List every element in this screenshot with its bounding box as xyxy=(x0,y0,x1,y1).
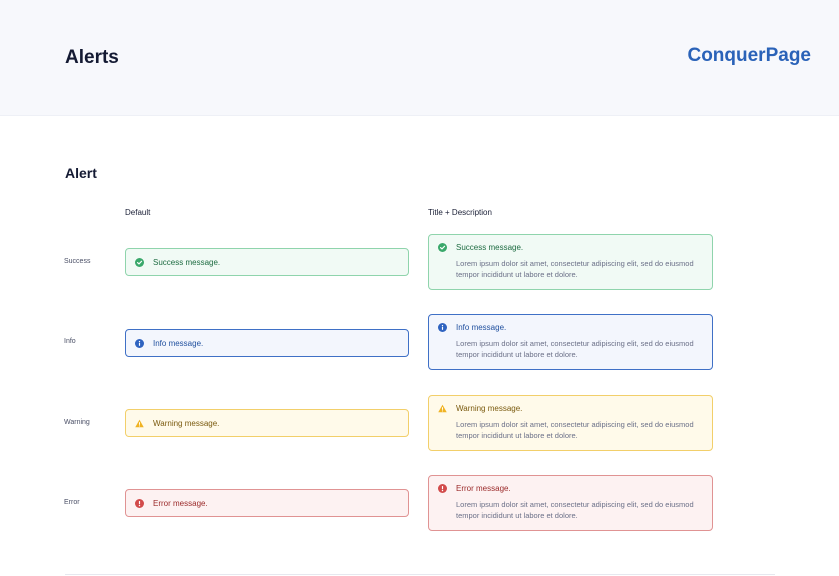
alert-title: Info message. xyxy=(456,323,507,332)
alert-warning-default: Warning message. xyxy=(125,409,409,437)
info-circle-icon xyxy=(135,339,144,348)
alert-title: Warning message. xyxy=(456,404,523,413)
alert-info-full: Info message. Lorem ipsum dolor sit amet… xyxy=(428,314,713,370)
alert-success-full: Success message. Lorem ipsum dolor sit a… xyxy=(428,234,713,290)
alert-message: Warning message. xyxy=(153,419,220,428)
error-circle-icon xyxy=(135,499,144,508)
info-circle-icon xyxy=(438,323,447,332)
page-header: Alerts ConquerPage xyxy=(0,0,839,116)
section-title: Alert xyxy=(65,165,97,181)
error-circle-icon xyxy=(438,484,447,493)
alert-description: Lorem ipsum dolor sit amet, consectetur … xyxy=(456,339,694,359)
alert-title: Error message. xyxy=(456,484,511,493)
alert-message: Info message. xyxy=(153,339,204,348)
row-label-success: Success xyxy=(64,258,91,265)
warning-triangle-icon xyxy=(438,404,447,413)
alert-info-default: Info message. xyxy=(125,329,409,357)
row-label-info: Info xyxy=(64,338,76,345)
alert-description: Lorem ipsum dolor sit amet, consectetur … xyxy=(456,420,694,440)
alert-error-default: Error message. xyxy=(125,489,409,517)
check-circle-icon xyxy=(135,258,144,267)
row-label-warning: Warning xyxy=(64,419,90,426)
alert-title: Success message. xyxy=(456,243,524,252)
row-label-error: Error xyxy=(64,499,80,506)
alert-message: Error message. xyxy=(153,499,208,508)
alert-description: Lorem ipsum dolor sit amet, consectetur … xyxy=(456,500,694,520)
column-header-title-description: Title + Description xyxy=(428,208,492,217)
divider xyxy=(65,574,775,575)
brand-logo[interactable]: ConquerPage xyxy=(687,45,811,67)
alert-warning-full: Warning message. Lorem ipsum dolor sit a… xyxy=(428,395,713,451)
alert-message: Success message. xyxy=(153,258,221,267)
alert-error-full: Error message. Lorem ipsum dolor sit ame… xyxy=(428,475,713,531)
alert-success-default: Success message. xyxy=(125,248,409,276)
alert-description: Lorem ipsum dolor sit amet, consectetur … xyxy=(456,259,694,279)
page-title: Alerts xyxy=(65,47,119,68)
warning-triangle-icon xyxy=(135,419,144,428)
column-header-default: Default xyxy=(125,208,151,217)
check-circle-icon xyxy=(438,243,447,252)
